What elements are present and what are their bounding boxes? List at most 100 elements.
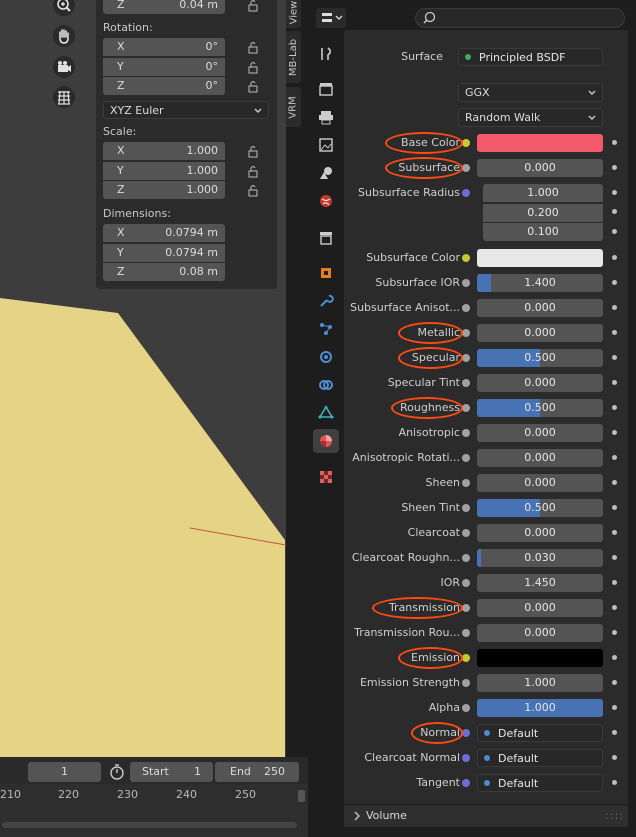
keyframe-dot-icon[interactable] [612, 229, 617, 234]
socket-icon[interactable] [462, 404, 470, 412]
socket-icon[interactable] [462, 454, 470, 462]
dimensions-z-field[interactable]: Z 0.08 m [103, 263, 225, 281]
keyframe-dot-icon[interactable] [612, 755, 617, 760]
rotation-y-field[interactable]: Y 0° [103, 57, 225, 76]
scale-y-field[interactable]: Y 1.000 [103, 161, 225, 180]
keyframe-dot-icon[interactable] [612, 305, 617, 310]
value-slider[interactable]: 0.000 [477, 449, 603, 467]
value-slider[interactable]: 1.450 [477, 574, 603, 592]
socket-icon[interactable] [462, 679, 470, 687]
stopwatch-icon[interactable] [108, 763, 126, 781]
socket-icon[interactable] [462, 629, 470, 637]
physics-tab[interactable] [313, 345, 339, 369]
value-slider[interactable]: 0.000 [477, 324, 603, 342]
link-field[interactable]: Default [477, 749, 603, 767]
rotation-x-field[interactable]: X 0° [103, 38, 225, 56]
socket-icon[interactable] [462, 329, 470, 337]
modifier-tab[interactable] [313, 289, 339, 313]
grid-icon[interactable] [50, 84, 78, 110]
object-tab[interactable] [313, 261, 339, 285]
3d-viewport[interactable]: Z 0.04 m Rotation: X 0° Y 0° Z 0° XYZ Euler S… [0, 0, 286, 757]
value-slider[interactable]: 0.000 [477, 474, 603, 492]
lock-icon[interactable] [246, 60, 260, 74]
keyframe-dot-icon[interactable] [612, 255, 617, 260]
tab-vrm[interactable]: VRM [286, 87, 301, 127]
material-tab[interactable] [313, 429, 339, 453]
vector-component-field[interactable]: 1.000 [483, 184, 603, 202]
lock-icon[interactable] [246, 0, 260, 12]
collection-tab[interactable] [313, 226, 339, 250]
current-frame-field[interactable]: 1 [28, 762, 101, 782]
keyframe-dot-icon[interactable] [612, 705, 617, 710]
keyframe-dot-icon[interactable] [612, 405, 617, 410]
lock-icon[interactable] [246, 164, 260, 178]
socket-icon[interactable] [462, 429, 470, 437]
keyframe-dot-icon[interactable] [612, 190, 617, 195]
socket-icon[interactable] [462, 779, 470, 787]
scale-z-field[interactable]: Z 1.000 [103, 181, 225, 199]
lock-icon[interactable] [246, 183, 260, 197]
properties-scrollbar[interactable] [628, 30, 636, 827]
location-z-field[interactable]: Z 0.04 m [103, 0, 225, 14]
constraints-tab[interactable] [313, 373, 339, 397]
lock-icon[interactable] [246, 144, 260, 158]
socket-icon[interactable] [462, 579, 470, 587]
socket-icon[interactable] [462, 654, 470, 662]
horizontal-scrollbar[interactable] [2, 822, 297, 828]
subsurface-method-select[interactable]: Random Walk [458, 108, 603, 127]
camera-icon[interactable] [50, 54, 78, 80]
zoom-icon[interactable] [50, 0, 78, 18]
socket-icon[interactable] [462, 379, 470, 387]
value-slider[interactable]: 0.000 [477, 299, 603, 317]
keyframe-dot-icon[interactable] [612, 680, 617, 685]
value-slider[interactable]: 0.030 [477, 549, 603, 567]
texture-tab[interactable] [313, 465, 339, 489]
rotation-z-field[interactable]: Z 0° [103, 77, 225, 95]
keyframe-dot-icon[interactable] [612, 355, 617, 360]
value-slider[interactable]: 1.400 [477, 274, 603, 292]
value-slider[interactable]: 0.500 [477, 349, 603, 367]
keyframe-dot-icon[interactable] [612, 280, 617, 285]
socket-icon[interactable] [462, 529, 470, 537]
keyframe-dot-icon[interactable] [612, 330, 617, 335]
world-tab[interactable] [313, 189, 339, 213]
lock-icon[interactable] [246, 79, 260, 93]
rotation-mode-select[interactable]: XYZ Euler [103, 101, 269, 119]
socket-icon[interactable] [462, 139, 470, 147]
start-frame-field[interactable]: Start 1 [130, 762, 213, 782]
keyframe-dot-icon[interactable] [612, 380, 617, 385]
volume-panel-header[interactable]: Volume :::: [344, 804, 628, 826]
keyframe-dot-icon[interactable] [612, 430, 617, 435]
drag-handle-icon[interactable]: :::: [605, 809, 624, 822]
keyframe-dot-icon[interactable] [612, 730, 617, 735]
socket-icon[interactable] [462, 704, 470, 712]
keyframe-dot-icon[interactable] [612, 455, 617, 460]
value-slider[interactable]: 0.000 [477, 599, 603, 617]
end-frame-field[interactable]: End 250 [215, 762, 299, 782]
keyframe-dot-icon[interactable] [612, 655, 617, 660]
value-slider[interactable]: 0.000 [477, 159, 603, 177]
keyframe-dot-icon[interactable] [612, 480, 617, 485]
socket-icon[interactable] [462, 554, 470, 562]
socket-icon[interactable] [462, 164, 470, 172]
keyframe-dot-icon[interactable] [612, 140, 617, 145]
link-field[interactable]: Default [477, 774, 603, 792]
tab-view[interactable]: View [286, 0, 301, 28]
value-slider[interactable]: 0.000 [477, 374, 603, 392]
keyframe-dot-icon[interactable] [612, 580, 617, 585]
socket-icon[interactable] [462, 354, 470, 362]
output-tab[interactable] [313, 105, 339, 129]
hand-icon[interactable] [50, 23, 78, 49]
value-slider[interactable]: 0.000 [477, 424, 603, 442]
socket-icon[interactable] [462, 279, 470, 287]
tab-mb-lab[interactable]: MB-Lab [286, 31, 301, 83]
socket-icon[interactable] [462, 729, 470, 737]
color-swatch[interactable] [477, 134, 603, 152]
value-slider[interactable]: 0.500 [477, 499, 603, 517]
data-tab[interactable] [313, 401, 339, 425]
keyframe-dot-icon[interactable] [612, 555, 617, 560]
render-tab[interactable] [313, 77, 339, 101]
vector-component-field[interactable]: 0.100 [483, 223, 603, 241]
particles-tab[interactable] [313, 317, 339, 341]
socket-icon[interactable] [462, 254, 470, 262]
